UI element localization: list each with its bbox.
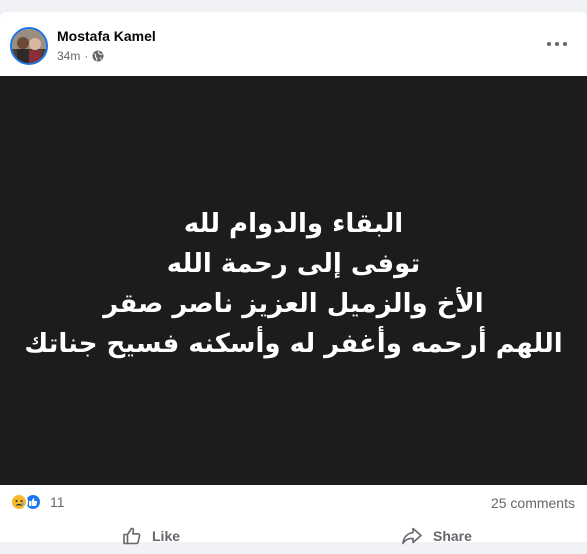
post-header: Mostafa Kamel 34m ·	[0, 12, 587, 76]
avatar[interactable]	[10, 27, 48, 65]
post-card: Mostafa Kamel 34m · البقاء والدوام لله ت…	[0, 12, 587, 545]
like-icon	[122, 526, 142, 546]
post-image-line-1: البقاء والدوام لله	[183, 208, 404, 239]
post-image-line-2: توفى إلى رحمة الله	[166, 248, 421, 279]
share-button[interactable]: Share	[401, 523, 472, 549]
like-button[interactable]: Like	[122, 523, 180, 549]
reactions-count: 11	[50, 494, 65, 510]
author-name[interactable]: Mostafa Kamel	[57, 28, 156, 44]
post-image-line-3: الأخ والزميل العزيز ناصر صقر	[103, 288, 484, 319]
more-options-icon[interactable]	[547, 36, 567, 52]
avatar-photo	[12, 29, 46, 63]
post-image[interactable]: البقاء والدوام لله توفى إلى رحمة الله ال…	[0, 76, 587, 485]
post-stats: 11 25 comments	[0, 485, 587, 521]
share-icon	[401, 526, 423, 546]
meta-separator: ·	[84, 49, 89, 63]
globe-icon	[92, 50, 104, 62]
post-image-line-4: اللهم أرحمه وأغفر له وأسكنه فسيح جناتك	[24, 328, 563, 359]
post-actions: Like Share	[0, 521, 587, 554]
sad-reaction-icon	[10, 493, 28, 511]
comments-count-link[interactable]: 25 comments	[491, 495, 575, 511]
reactions-summary[interactable]: 11	[10, 493, 65, 511]
post-meta: 34m ·	[57, 49, 104, 63]
post-time[interactable]: 34m	[57, 49, 80, 63]
